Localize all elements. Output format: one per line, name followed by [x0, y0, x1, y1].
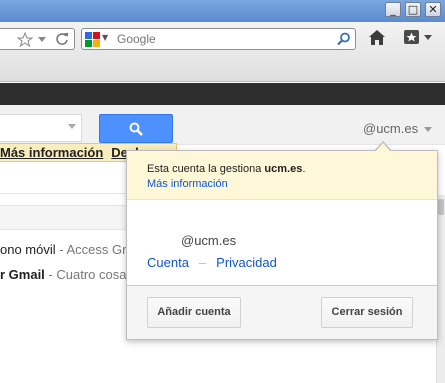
mail-search-input[interactable] — [0, 114, 82, 142]
privacy-link[interactable]: Privacidad — [216, 255, 277, 270]
list-item[interactable]: r Gmail - Cuatro cosa — [0, 267, 127, 282]
snippet: Cuatro cosa — [56, 267, 127, 282]
more-info-link[interactable]: Más información — [147, 178, 228, 190]
divider — [0, 193, 127, 194]
star-icon[interactable] — [17, 32, 33, 47]
search-icon[interactable] — [337, 32, 351, 46]
add-account-button[interactable]: Añadir cuenta — [147, 297, 241, 328]
chevron-down-icon[interactable] — [424, 127, 432, 132]
account-switcher[interactable]: @ucm.es — [363, 121, 418, 136]
bookmarks-icon[interactable] — [403, 29, 433, 46]
reload-icon[interactable] — [55, 32, 69, 46]
search-icon — [129, 122, 143, 136]
search-placeholder: Google — [117, 32, 156, 46]
list-item[interactable]: ono móvil - Access Gm — [0, 242, 127, 257]
mail-search-button[interactable] — [99, 114, 173, 143]
dropdown-icon[interactable] — [38, 37, 46, 43]
sender: r Gmail — [0, 267, 45, 282]
google-icon[interactable] — [85, 32, 100, 47]
snippet: Access Gm — [66, 242, 127, 257]
close-button[interactable]: ✕ — [425, 2, 441, 17]
account-menu-footer: Añadir cuenta Cerrar sesión — [127, 285, 437, 339]
address-bar[interactable] — [0, 28, 75, 50]
scrollbar-thumb[interactable] — [438, 199, 444, 215]
account-menu: Esta cuenta la gestiona ucm.es. Más info… — [126, 150, 438, 340]
managed-account-banner: Esta cuenta la gestiona ucm.es. Más info… — [127, 151, 437, 200]
sender: ono móvil — [0, 242, 56, 257]
account-link[interactable]: Cuenta — [147, 255, 189, 270]
dropdown-pointer-inner — [375, 143, 391, 152]
engine-dropdown-icon[interactable]: ▼ — [102, 33, 108, 42]
notice-more-info-link[interactable]: Más información — [0, 145, 103, 160]
sign-out-button[interactable]: Cerrar sesión — [321, 297, 413, 328]
search-options-icon[interactable] — [68, 124, 76, 129]
managed-domain: ucm.es — [264, 163, 303, 175]
search-bar[interactable]: ▼ Google — [81, 28, 356, 50]
list-toolbar — [0, 205, 127, 230]
home-icon[interactable] — [368, 29, 386, 46]
window-titlebar: _ □ ✕ — [0, 0, 445, 22]
account-email: @ucm.es — [181, 233, 237, 248]
google-black-bar — [0, 83, 445, 105]
maximize-button[interactable]: □ — [405, 2, 421, 17]
minimize-button[interactable]: _ — [385, 2, 401, 17]
